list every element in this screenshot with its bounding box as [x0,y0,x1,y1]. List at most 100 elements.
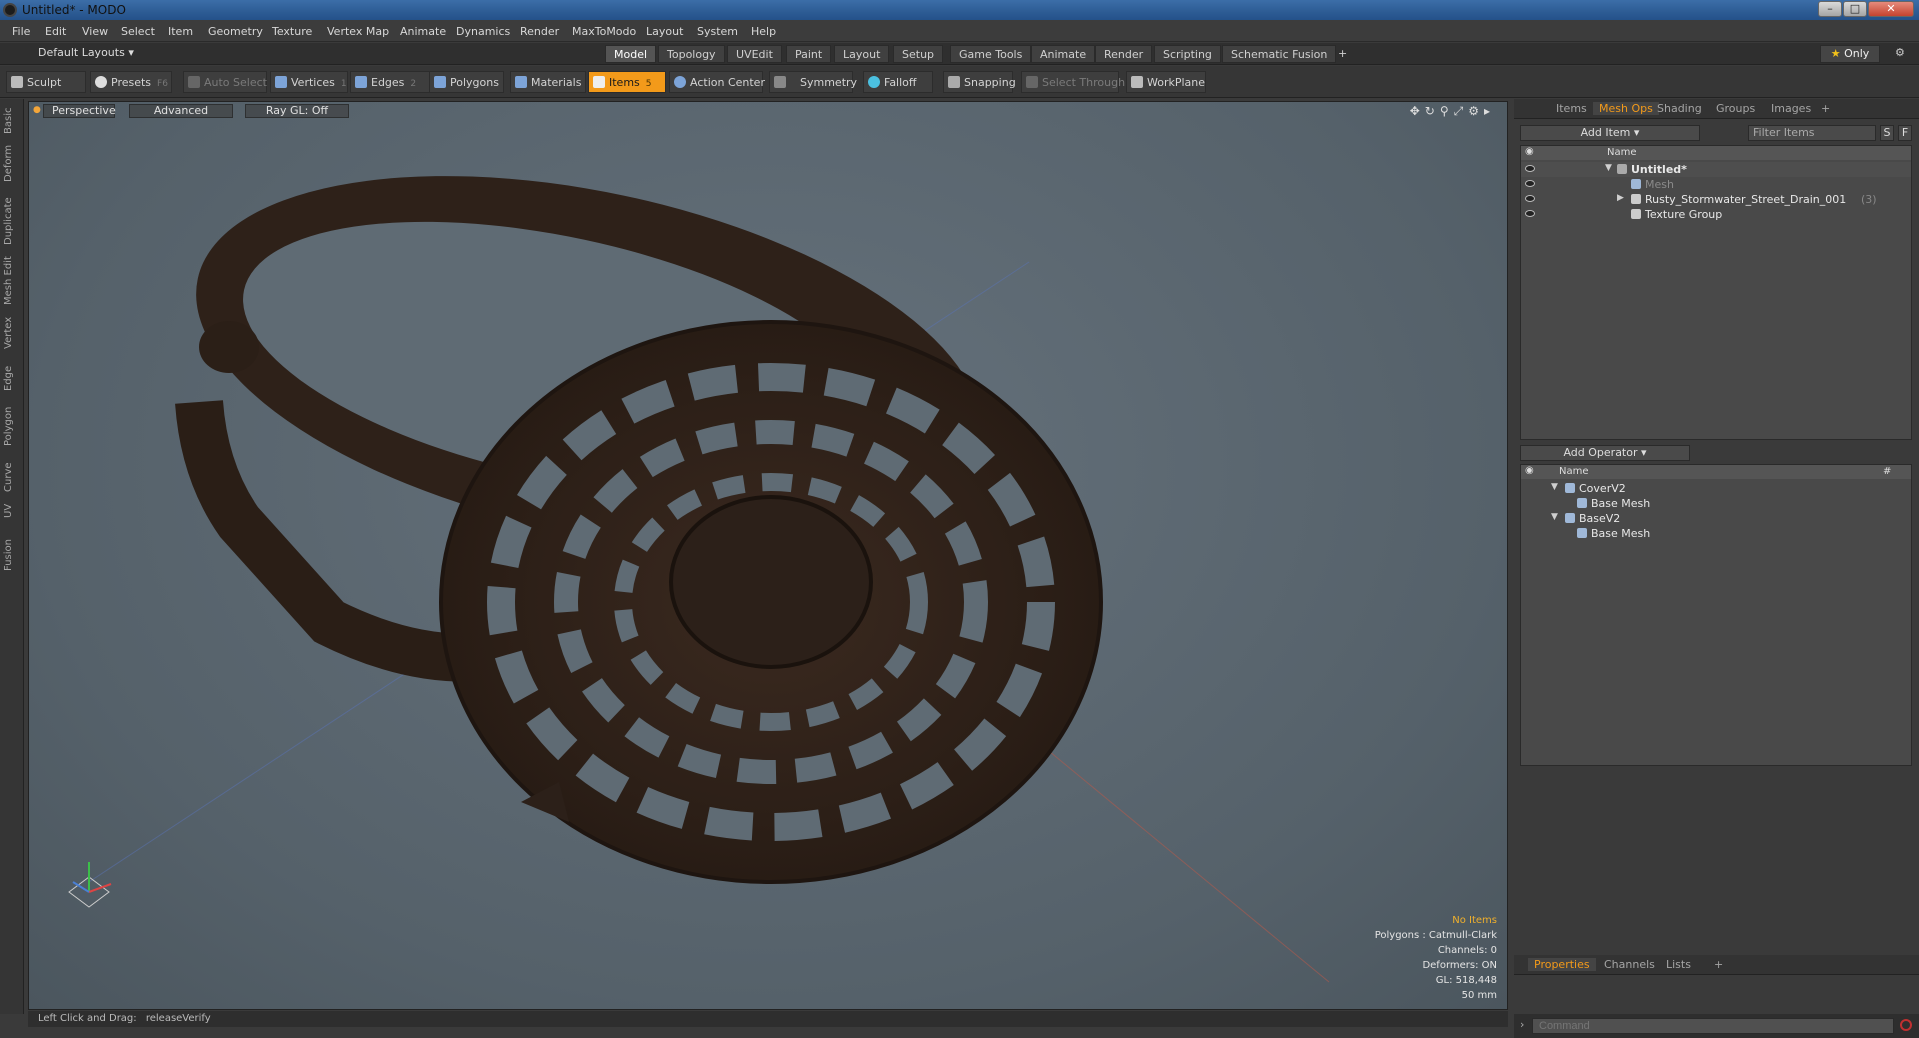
tab-paint[interactable]: Paint [786,45,832,63]
tab-groups[interactable]: Groups [1716,102,1755,115]
tree-row[interactable]: ▼ CoverV2 [1521,481,1911,496]
menu-help[interactable]: Help [751,25,776,38]
rail-tab-mesh-edit[interactable]: Mesh Edit [3,255,21,307]
tree-row[interactable]: ▼ Untitled* [1521,162,1911,177]
presets-label: Presets [111,76,152,89]
symmetry-button[interactable]: Symmetry [769,71,857,93]
edges-icon [355,76,367,88]
tree-row[interactable]: Mesh [1521,177,1911,192]
raygl-button[interactable]: Ray GL: Off [245,104,349,118]
tab-images[interactable]: Images [1771,102,1811,115]
menu-geometry[interactable]: Geometry [208,25,263,38]
tree-row[interactable]: ▼ BaseV2 [1521,511,1911,526]
maximize-button[interactable]: □ [1843,1,1867,17]
record-icon[interactable] [1900,1019,1912,1031]
s-filter-button[interactable]: S [1880,125,1894,141]
tree-row[interactable]: Base Mesh [1521,526,1911,541]
minimize-button[interactable]: – [1818,1,1842,17]
vertices-button[interactable]: Vertices 1 [270,71,348,93]
sculpt-button[interactable]: Sculpt [6,71,86,93]
rail-tab-edge[interactable]: Edge [3,361,21,395]
snapping-button[interactable]: Snapping [943,71,1016,93]
rail-tab-basic[interactable]: Basic [3,103,21,139]
auto-select-button[interactable]: Auto Select [183,71,267,93]
menu-select[interactable]: Select [121,25,155,38]
tab-layout[interactable]: Layout [834,45,890,63]
tab-schematic-fusion[interactable]: Schematic Fusion [1222,45,1337,63]
menu-view[interactable]: View [82,25,108,38]
tab-shading[interactable]: Shading [1657,102,1702,115]
viewport-nav-icons[interactable]: ✥↻⚲⤢⚙▸ [1410,104,1495,119]
rail-tab-curve[interactable]: Curve [3,457,21,497]
materials-button[interactable]: Materials [510,71,586,93]
rail-tab-polygon[interactable]: Polygon [3,401,21,451]
edges-button[interactable]: Edges 2 [350,71,430,93]
tab-lists[interactable]: Lists [1666,958,1691,971]
only-button[interactable]: ★ Only [1820,45,1880,63]
tab-mesh-ops[interactable]: Mesh Ops [1593,102,1659,115]
menu-file[interactable]: File [12,25,30,38]
close-button[interactable]: ✕ [1868,1,1914,17]
add-panel-tab-button[interactable]: + [1714,958,1723,971]
menu-system[interactable]: System [697,25,738,38]
tab-model[interactable]: Model [605,45,657,63]
action-center-button[interactable]: Action Center [669,71,765,93]
tab-setup[interactable]: Setup [893,45,944,63]
items-button[interactable]: Items 5 [588,71,666,93]
f-filter-button[interactable]: F [1898,125,1912,141]
tree-row[interactable]: ▶ Rusty_Stormwater_Street_Drain_001 (3) [1521,192,1911,207]
chevron-down-icon[interactable]: ▼ [1551,482,1558,492]
rail-tab-fusion[interactable]: Fusion [3,535,21,575]
mesh-op-icon [1565,513,1575,523]
rail-tab-uv[interactable]: UV [3,501,21,521]
tab-uvedit[interactable]: UVEdit [727,45,782,63]
tab-channels[interactable]: Channels [1604,958,1655,971]
advanced-button[interactable]: Advanced [129,104,233,118]
layout-dropdown[interactable]: Default Layouts ▾ [8,46,134,59]
eye-icon[interactable] [1525,165,1535,172]
menu-edit[interactable]: Edit [45,25,66,38]
rail-tab-vertex[interactable]: Vertex [3,313,21,353]
polygons-button[interactable]: Polygons [429,71,504,93]
select-through-button[interactable]: Select Through [1021,71,1125,93]
menu-dynamics[interactable]: Dynamics [456,25,510,38]
eye-icon[interactable] [1525,210,1535,217]
menu-render[interactable]: Render [520,25,559,38]
eye-icon[interactable] [1525,195,1535,202]
tab-topology[interactable]: Topology [658,45,725,63]
command-input[interactable] [1532,1018,1894,1034]
add-operator-dropdown[interactable]: Add Operator ▾ [1520,445,1690,461]
tab-properties[interactable]: Properties [1528,958,1596,971]
menu-vertex-map[interactable]: Vertex Map [327,25,389,38]
tab-items[interactable]: Items [1556,102,1587,115]
menu-maxtomodo[interactable]: MaxToModo [572,25,636,38]
gear-icon[interactable]: ⚙ [1895,46,1905,59]
workplane-button[interactable]: WorkPlane [1126,71,1206,93]
presets-button[interactable]: Presets F6 [90,71,172,93]
right-panel: Items Mesh Ops Shading Groups Images + A… [1514,99,1919,1009]
tree-row[interactable]: Texture Group [1521,207,1911,222]
no-items-label: No Items [1452,915,1497,926]
chevron-down-icon[interactable]: ▼ [1605,163,1612,173]
tab-game-tools[interactable]: Game Tools [950,45,1032,63]
rail-tab-duplicate[interactable]: Duplicate [3,195,21,247]
falloff-button[interactable]: Falloff [863,71,933,93]
rail-tab-deform[interactable]: Deform [3,143,21,183]
menu-texture[interactable]: Texture [272,25,312,38]
menu-animate[interactable]: Animate [400,25,446,38]
tab-scripting[interactable]: Scripting [1154,45,1221,63]
tree-row[interactable]: Base Mesh [1521,496,1911,511]
chevron-right-icon[interactable]: ▶ [1617,193,1624,203]
add-tab-button[interactable]: + [1330,45,1355,63]
add-panel-tab-button[interactable]: + [1821,102,1830,115]
eye-icon[interactable] [1525,180,1535,187]
3d-viewport[interactable]: ● Perspective Advanced Ray GL: Off ✥↻⚲⤢⚙… [28,101,1508,1010]
chevron-down-icon[interactable]: ▼ [1551,512,1558,522]
filter-items-input[interactable]: Filter Items [1748,125,1876,141]
view-mode-button[interactable]: Perspective [43,104,116,118]
menu-layout[interactable]: Layout [646,25,683,38]
tab-animate[interactable]: Animate [1031,45,1096,63]
add-item-dropdown[interactable]: Add Item ▾ [1520,125,1700,141]
tab-render[interactable]: Render [1095,45,1153,63]
menu-item[interactable]: Item [168,25,193,38]
